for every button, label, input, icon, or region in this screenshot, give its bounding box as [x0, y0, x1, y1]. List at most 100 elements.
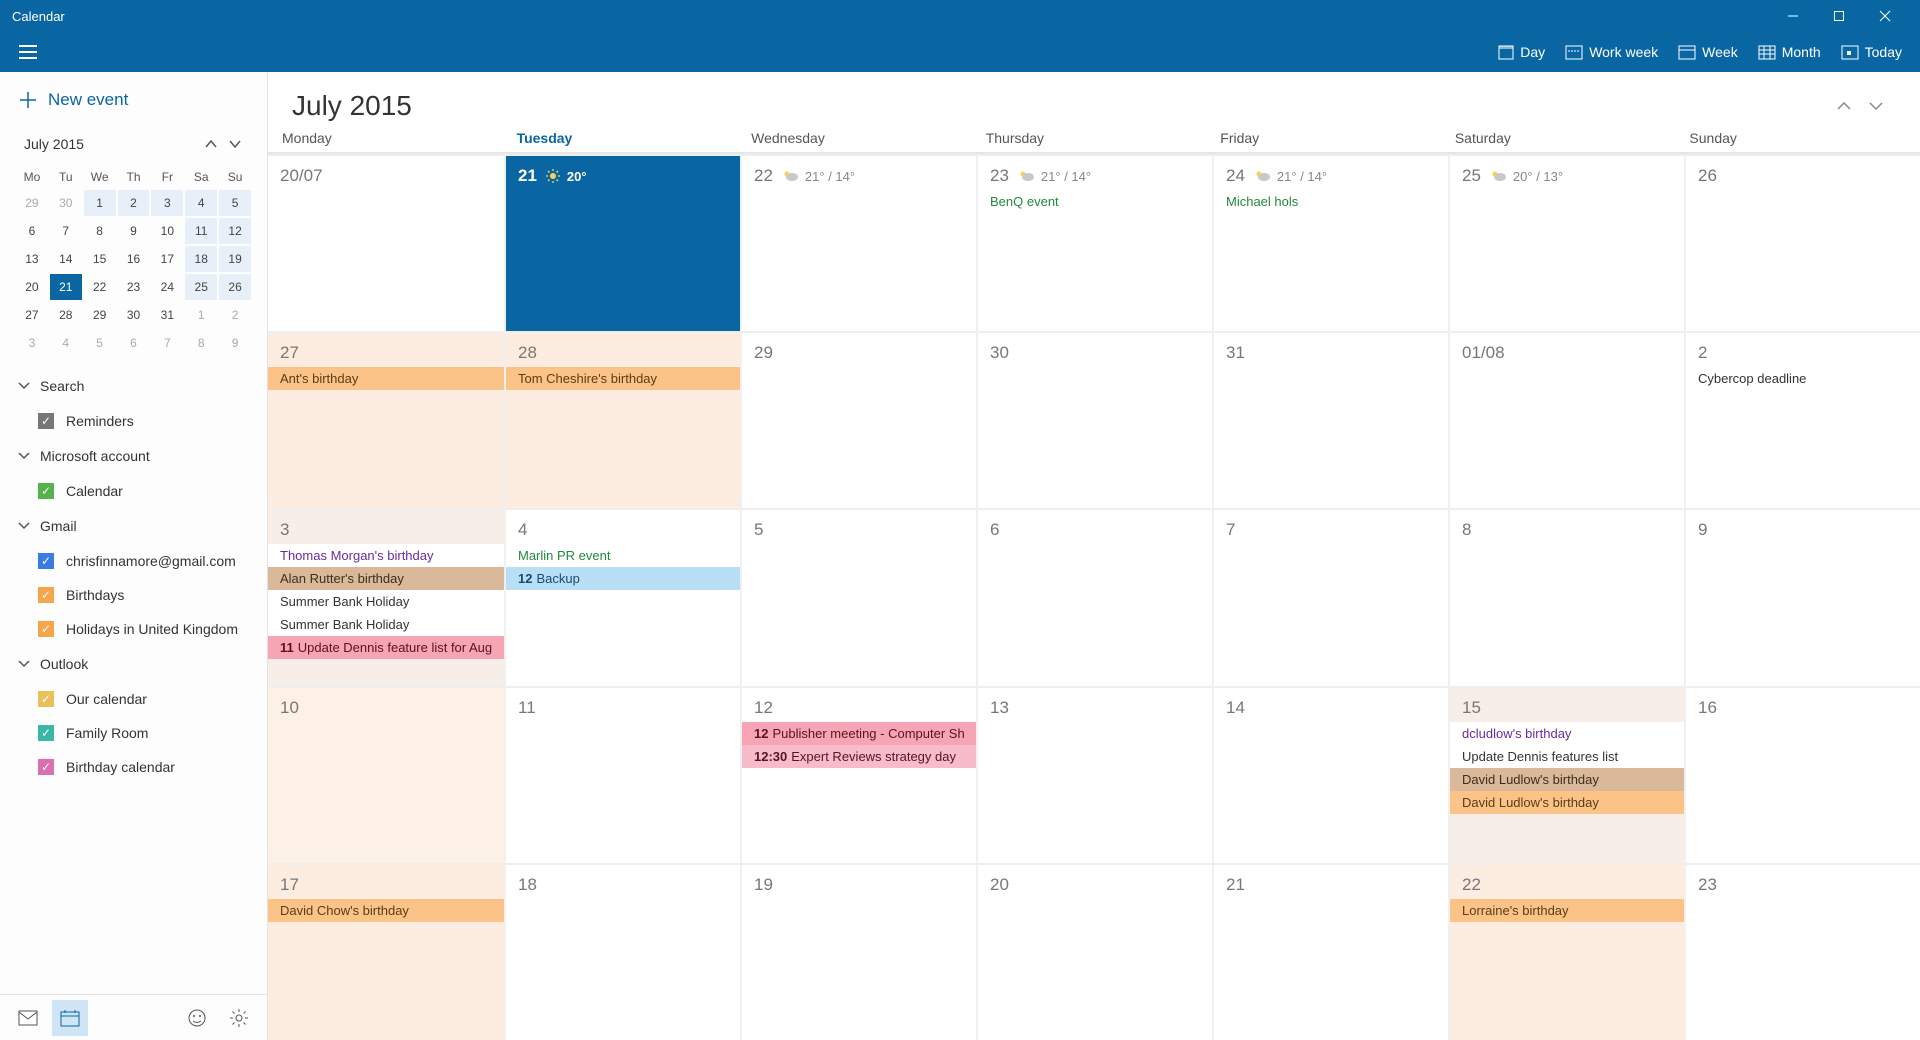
- calendar-item[interactable]: ✓Calendar: [0, 474, 267, 508]
- mini-day[interactable]: 16: [118, 246, 150, 272]
- event-item[interactable]: Tom Cheshire's birthday: [506, 367, 740, 390]
- calendar-item[interactable]: ✓Our calendar: [0, 682, 267, 716]
- event-item[interactable]: Michael hols: [1214, 190, 1448, 213]
- event-item[interactable]: 12Backup: [506, 567, 740, 590]
- day-cell[interactable]: 9: [1684, 508, 1920, 685]
- day-cell[interactable]: 23: [1684, 863, 1920, 1040]
- mini-day[interactable]: 17: [151, 246, 183, 272]
- section-outlook[interactable]: Outlook: [0, 646, 267, 682]
- event-item[interactable]: BenQ event: [978, 190, 1212, 213]
- event-item[interactable]: David Chow's birthday: [268, 899, 504, 922]
- mini-day[interactable]: 18: [185, 246, 217, 272]
- day-cell[interactable]: 31: [1212, 331, 1448, 508]
- event-item[interactable]: Marlin PR event: [506, 544, 740, 567]
- next-period-button[interactable]: [1864, 94, 1888, 118]
- event-item[interactable]: 12:30Expert Reviews strategy day: [742, 745, 976, 768]
- mini-day[interactable]: 2: [219, 302, 251, 328]
- event-item[interactable]: Ant's birthday: [268, 367, 504, 390]
- maximize-button[interactable]: [1816, 0, 1862, 32]
- mini-day[interactable]: 9: [219, 330, 251, 356]
- mini-day[interactable]: 8: [84, 218, 116, 244]
- mini-day[interactable]: 6: [16, 218, 48, 244]
- day-cell[interactable]: 3Thomas Morgan's birthdayAlan Rutter's b…: [268, 508, 504, 685]
- mini-day[interactable]: 11: [185, 218, 217, 244]
- day-cell[interactable]: 29: [740, 331, 976, 508]
- mini-day[interactable]: 24: [151, 274, 183, 300]
- hamburger-button[interactable]: [8, 32, 48, 72]
- day-cell[interactable]: 4Marlin PR event12Backup: [504, 508, 740, 685]
- mini-day[interactable]: 5: [219, 190, 251, 216]
- day-cell[interactable]: 28Tom Cheshire's birthday: [504, 331, 740, 508]
- mini-day[interactable]: 30: [50, 190, 82, 216]
- view-day-button[interactable]: Day: [1488, 38, 1555, 66]
- event-item[interactable]: David Ludlow's birthday: [1450, 791, 1684, 814]
- mail-icon[interactable]: [10, 1000, 46, 1036]
- event-item[interactable]: Cybercop deadline: [1686, 367, 1920, 390]
- section-search[interactable]: Search: [0, 368, 267, 404]
- mini-day[interactable]: 2: [118, 190, 150, 216]
- mini-day[interactable]: 4: [185, 190, 217, 216]
- mini-day[interactable]: 9: [118, 218, 150, 244]
- day-cell[interactable]: 19: [740, 863, 976, 1040]
- mini-day[interactable]: 10: [151, 218, 183, 244]
- mini-day[interactable]: 3: [16, 330, 48, 356]
- mini-day[interactable]: 27: [16, 302, 48, 328]
- day-cell[interactable]: 27Ant's birthday: [268, 331, 504, 508]
- day-cell[interactable]: 18: [504, 863, 740, 1040]
- mini-next-button[interactable]: [223, 132, 247, 156]
- day-cell[interactable]: 16: [1684, 686, 1920, 863]
- settings-icon[interactable]: [221, 1000, 257, 1036]
- calendar-item[interactable]: ✓Reminders: [0, 404, 267, 438]
- mini-day[interactable]: 7: [50, 218, 82, 244]
- mini-day[interactable]: 15: [84, 246, 116, 272]
- day-cell[interactable]: 17David Chow's birthday: [268, 863, 504, 1040]
- day-cell[interactable]: 14: [1212, 686, 1448, 863]
- calendar-item[interactable]: ✓Birthday calendar: [0, 750, 267, 784]
- mini-day[interactable]: 29: [84, 302, 116, 328]
- mini-day[interactable]: 28: [50, 302, 82, 328]
- day-cell[interactable]: 2Cybercop deadline: [1684, 331, 1920, 508]
- day-cell[interactable]: 20/07: [268, 154, 504, 331]
- event-item[interactable]: Thomas Morgan's birthday: [268, 544, 504, 567]
- day-cell[interactable]: 22 21° / 14°: [740, 154, 976, 331]
- day-cell[interactable]: 01/08: [1448, 331, 1684, 508]
- mini-day[interactable]: 14: [50, 246, 82, 272]
- mini-day[interactable]: 20: [16, 274, 48, 300]
- prev-period-button[interactable]: [1832, 94, 1856, 118]
- mini-day[interactable]: 7: [151, 330, 183, 356]
- event-item[interactable]: dcludlow's birthday: [1450, 722, 1684, 745]
- day-cell[interactable]: 24 21° / 14°Michael hols: [1212, 154, 1448, 331]
- day-cell[interactable]: 1212Publisher meeting - Computer Sh12:30…: [740, 686, 976, 863]
- day-cell[interactable]: 8: [1448, 508, 1684, 685]
- view-work-week-button[interactable]: Work week: [1555, 38, 1668, 66]
- day-cell[interactable]: 26: [1684, 154, 1920, 331]
- day-cell[interactable]: 13: [976, 686, 1212, 863]
- mini-day[interactable]: 1: [84, 190, 116, 216]
- mini-day[interactable]: 30: [118, 302, 150, 328]
- section-gmail[interactable]: Gmail: [0, 508, 267, 544]
- event-item[interactable]: David Ludlow's birthday: [1450, 768, 1684, 791]
- event-item[interactable]: 12Publisher meeting - Computer Sh: [742, 722, 976, 745]
- mini-day[interactable]: 23: [118, 274, 150, 300]
- close-button[interactable]: [1862, 0, 1908, 32]
- day-cell[interactable]: 6: [976, 508, 1212, 685]
- mini-day[interactable]: 5: [84, 330, 116, 356]
- day-cell[interactable]: 30: [976, 331, 1212, 508]
- day-cell[interactable]: 7: [1212, 508, 1448, 685]
- day-cell[interactable]: 11: [504, 686, 740, 863]
- calendar-item[interactable]: ✓Holidays in United Kingdom: [0, 612, 267, 646]
- day-cell[interactable]: 21: [1212, 863, 1448, 1040]
- day-cell[interactable]: 5: [740, 508, 976, 685]
- new-event-button[interactable]: New event: [0, 72, 267, 126]
- mini-day[interactable]: 22: [84, 274, 116, 300]
- calendar-item[interactable]: ✓Family Room: [0, 716, 267, 750]
- mini-day[interactable]: 19: [219, 246, 251, 272]
- section-microsoft-account[interactable]: Microsoft account: [0, 438, 267, 474]
- mini-day[interactable]: 12: [219, 218, 251, 244]
- event-item[interactable]: Lorraine's birthday: [1450, 899, 1684, 922]
- mini-day[interactable]: 1: [185, 302, 217, 328]
- day-cell[interactable]: 15dcludlow's birthdayUpdate Dennis featu…: [1448, 686, 1684, 863]
- mini-day[interactable]: 8: [185, 330, 217, 356]
- mini-day[interactable]: 6: [118, 330, 150, 356]
- mini-day[interactable]: 21: [50, 274, 82, 300]
